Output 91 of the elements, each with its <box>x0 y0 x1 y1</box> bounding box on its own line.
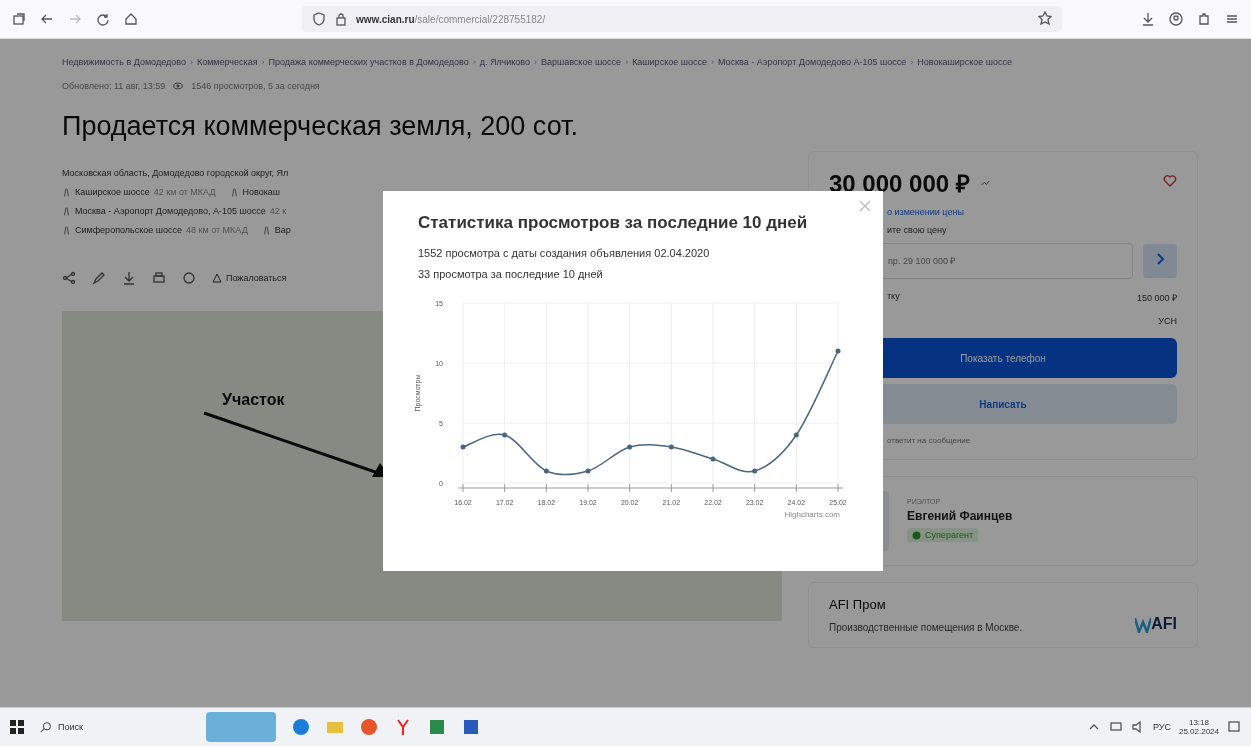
dialog-title: Статистика просмотров за последние 10 дней <box>418 213 809 233</box>
lock-icon <box>334 12 348 26</box>
breadcrumb-separator: › <box>910 57 914 67</box>
breadcrumb-separator: › <box>261 57 265 67</box>
breadcrumb-link[interactable]: Варшавское шоссе <box>540 57 622 67</box>
download-icon[interactable] <box>1141 12 1155 26</box>
network-icon[interactable] <box>1108 720 1123 734</box>
map-label: Участок <box>222 391 285 409</box>
price-watch-link[interactable]: о изменении цены <box>887 207 964 217</box>
eye-icon <box>173 81 184 91</box>
detail-label: тку <box>887 291 900 303</box>
language-indicator[interactable]: РУС <box>1152 722 1171 732</box>
heart-icon[interactable] <box>1163 173 1177 188</box>
updated-date: Обновлено: 11 авг, 13:59 <box>62 81 166 91</box>
data-point <box>835 348 841 354</box>
road-icon <box>62 206 71 216</box>
data-point <box>627 444 633 450</box>
highway-name[interactable]: Москва - Аэропорт Домодедово, А-105 шоссе <box>75 206 266 216</box>
highway-distance: 48 км от МКАД <box>186 225 248 235</box>
highway-distance: 42 км от МКАД <box>153 187 216 197</box>
clock-date[interactable]: 25.02.2024 <box>1178 727 1219 736</box>
breadcrumb-link[interactable]: Новокаширское шоссе <box>917 57 1013 67</box>
highway-name[interactable]: Новокаш <box>242 187 281 197</box>
warning-icon <box>212 273 222 283</box>
back-icon[interactable] <box>40 12 54 26</box>
bookmark-star-icon[interactable] <box>1038 11 1052 25</box>
promo-text: Производственные помещения в Москве. <box>829 622 1023 633</box>
breadcrumb-separator: › <box>189 57 193 67</box>
data-point <box>793 432 799 438</box>
data-point <box>543 468 549 474</box>
data-point <box>752 468 758 474</box>
start-icon[interactable] <box>10 720 24 734</box>
print-icon[interactable] <box>152 271 166 285</box>
extensions-icon[interactable] <box>1197 12 1211 26</box>
spreadsheet-icon[interactable] <box>428 718 446 736</box>
price: 30 000 000 ₽ <box>829 169 970 199</box>
taskbar-search[interactable]: Поиск <box>40 721 190 733</box>
breadcrumb-link[interactable]: д. Ялчиково <box>479 57 530 67</box>
reply-note: ответит на сообщение <box>886 436 972 445</box>
data-point <box>668 444 674 450</box>
data-point <box>502 432 508 438</box>
highway-name[interactable]: Каширское шоссе <box>75 187 150 197</box>
promo-title: AFI Пром <box>829 597 887 612</box>
download-icon[interactable] <box>122 271 136 285</box>
home-icon[interactable] <box>124 12 138 26</box>
clock-time[interactable]: 13:18 <box>1188 718 1209 727</box>
highway-name[interactable]: Симферопольское шоссе <box>75 225 183 235</box>
data-point <box>710 456 716 462</box>
breadcrumb-link[interactable]: Москва - Аэропорт Домодедово А-105 шоссе <box>717 57 907 67</box>
highway-distance: 42 к <box>269 206 287 216</box>
total-views: 1552 просмотра с даты создания объявления 02.04.2020 <box>418 247 711 259</box>
chart-credit[interactable]: Highcharts.com <box>784 510 840 519</box>
highway-name[interactable]: Вар <box>274 225 291 235</box>
reload-icon[interactable] <box>96 12 110 26</box>
shield-icon <box>312 12 326 26</box>
breadcrumb-link[interactable]: Каширское шоссе <box>632 57 707 67</box>
address: Московская область, Домодедово городской округ, Ял <box>62 168 290 178</box>
detail-value: 150 000 ₽ <box>1136 292 1177 304</box>
document-icon[interactable] <box>462 718 480 736</box>
breadcrumb-separator: › <box>472 57 476 67</box>
views-count: 1546 просмотров, 5 за сегодня <box>191 81 320 91</box>
data-point <box>585 468 591 474</box>
breadcrumb-separator: › <box>625 57 629 67</box>
tab-icon[interactable] <box>12 12 26 26</box>
address-bar[interactable]: www.cian.ru/sale/commercial/228755182/ <box>302 6 1062 32</box>
complain-button[interactable]: Пожаловаться <box>212 273 287 283</box>
menu-icon[interactable] <box>1225 12 1239 26</box>
listing-title: Продается коммерческая земля, 200 сот. <box>62 111 579 142</box>
search-icon <box>40 721 52 733</box>
notification-icon[interactable] <box>1227 720 1241 734</box>
account-icon[interactable] <box>1169 12 1183 26</box>
road-icon <box>62 225 71 235</box>
company-logo: AFI <box>1135 615 1177 633</box>
pencil-icon[interactable] <box>92 271 106 285</box>
agent-badge: Суперагент <box>907 528 979 543</box>
share-icon[interactable] <box>62 271 76 285</box>
submit-offer-button[interactable] <box>1143 244 1177 278</box>
agent-name[interactable]: Евгений Фаинцев <box>907 509 1013 524</box>
y-letter-icon[interactable] <box>394 718 412 736</box>
breadcrumb-separator: › <box>533 57 537 67</box>
road-icon <box>62 187 71 197</box>
road-icon <box>261 225 271 235</box>
recent-views: 33 просмотра за последние 10 дней <box>418 268 604 280</box>
detail-value: УСН <box>1158 316 1177 326</box>
breadcrumb-link[interactable]: Коммерческая <box>196 57 258 67</box>
data-point <box>460 444 466 450</box>
breadcrumb-link[interactable]: Недвижимость в Домодедово <box>62 57 186 67</box>
breadcrumb-link[interactable]: Продажа коммерческих участков в Домодедово <box>268 57 469 67</box>
breadcrumb-separator: › <box>710 57 714 67</box>
offer-label: ите свою цену <box>886 225 948 235</box>
road-icon <box>229 187 239 197</box>
